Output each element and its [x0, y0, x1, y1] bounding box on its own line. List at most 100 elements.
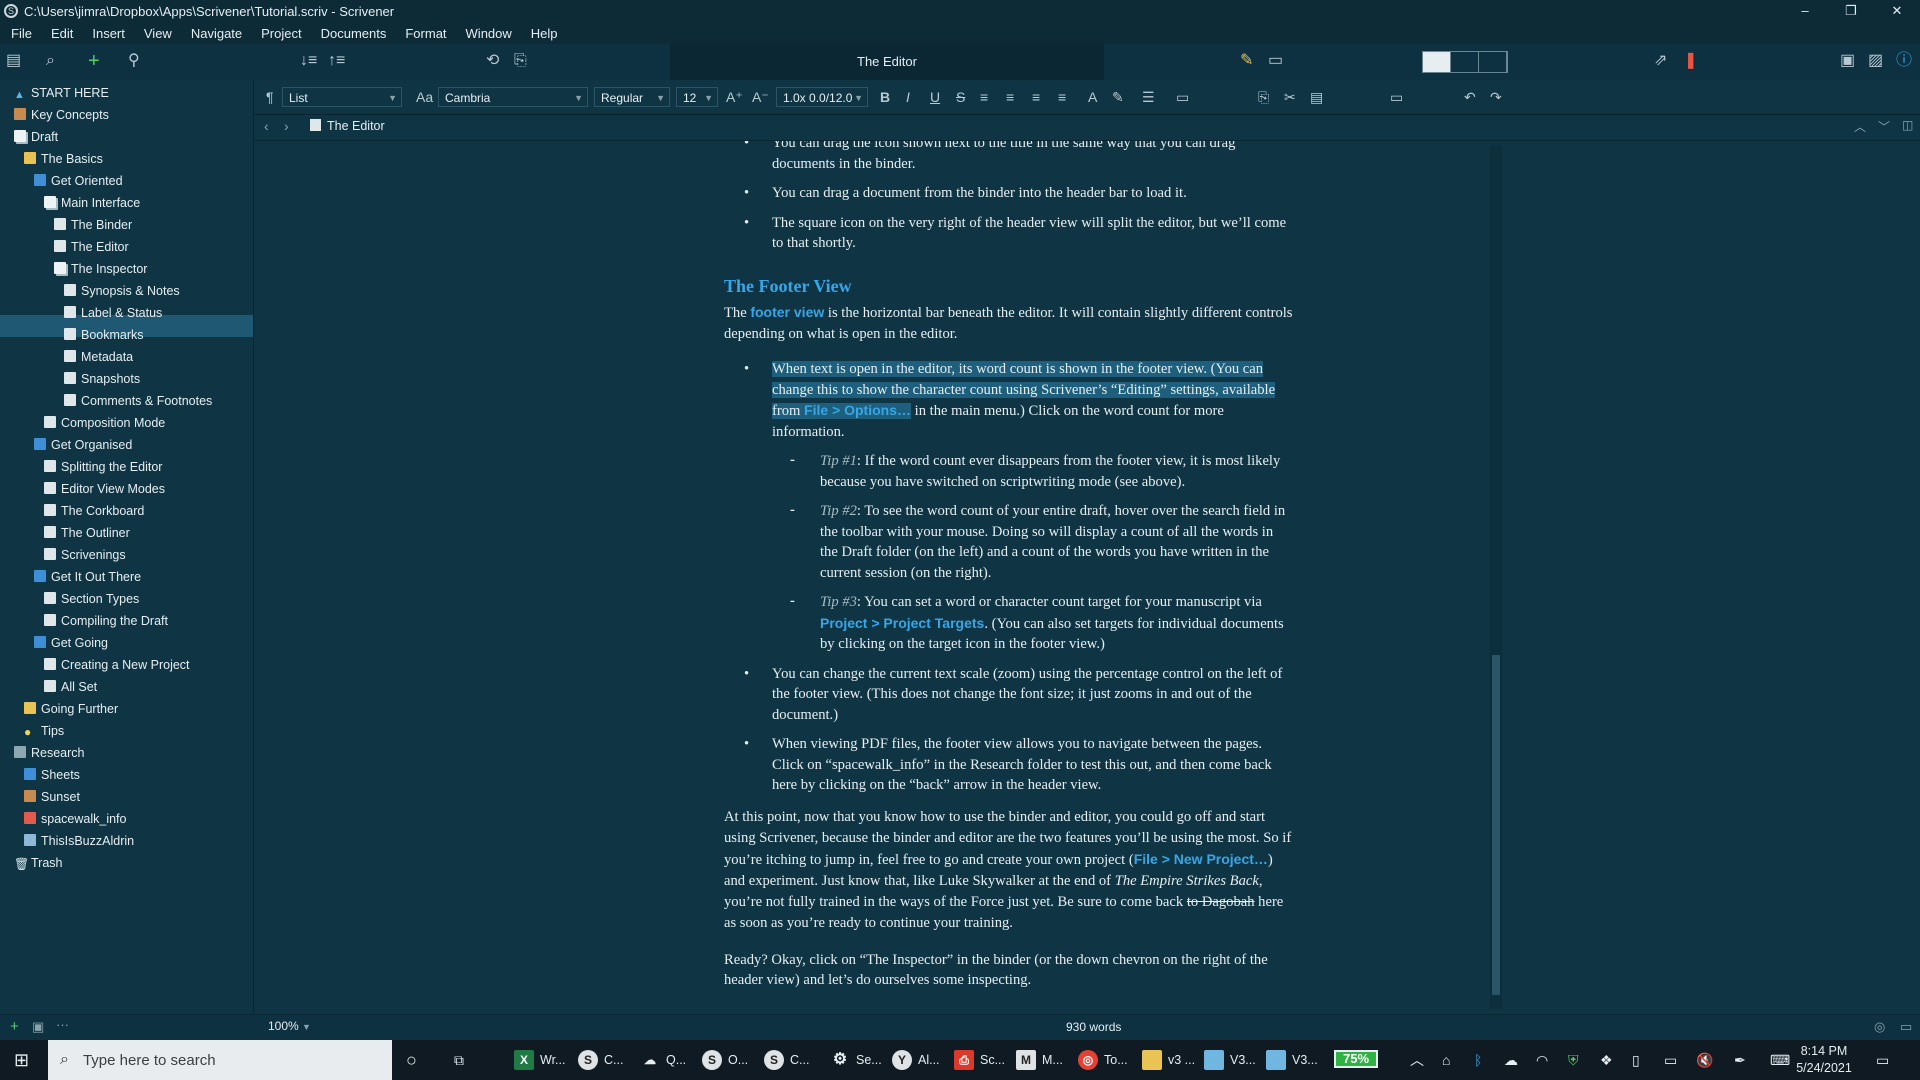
taskbar-app[interactable]: V3...	[1204, 1047, 1256, 1073]
power-icon[interactable]: ▯	[1632, 1040, 1640, 1080]
windows-start-icon[interactable]: ⊞	[14, 1040, 29, 1080]
security-icon[interactable]: ⛨	[1568, 1040, 1579, 1080]
menu-navigate[interactable]: Navigate	[180, 26, 250, 41]
system-clock[interactable]: 8:14 PM 5/24/2021	[1788, 1043, 1860, 1077]
header-document-title[interactable]: The Editor	[310, 119, 385, 133]
restore-button[interactable]: ❐	[1828, 0, 1874, 22]
binder-item[interactable]: The Basics	[24, 148, 103, 170]
binder-item[interactable]: Going Further	[24, 698, 118, 720]
taskbar-app[interactable]: v3 ...	[1142, 1047, 1195, 1073]
chevron-down-icon[interactable]: ﹀	[1878, 118, 1890, 135]
binder-item[interactable]: Comments & Footnotes	[64, 390, 212, 412]
strikethrough-icon[interactable]: S	[956, 87, 965, 107]
volume-mute-icon[interactable]: 🔇	[1696, 1040, 1713, 1080]
view-corkboard-button[interactable]	[1451, 52, 1479, 72]
menu-view[interactable]: View	[133, 26, 180, 41]
binder-item[interactable]: Editor View Modes	[44, 478, 165, 500]
style-select[interactable]: List ▼	[282, 87, 402, 107]
binder-item[interactable]: Get Oriented	[34, 170, 123, 192]
wifi-icon[interactable]: ◠	[1536, 1040, 1548, 1080]
binder-item[interactable]: Research	[14, 742, 85, 764]
file-options-link[interactable]: File > Options…	[804, 402, 911, 418]
taskbar-app[interactable]: ☁ Q...	[640, 1047, 686, 1073]
binder-item[interactable]: Composition Mode	[44, 412, 165, 434]
taskbar-app[interactable]: ⚙ Se...	[830, 1047, 882, 1073]
binder-item[interactable]: Snapshots	[64, 368, 140, 390]
close-button[interactable]: ✕	[1874, 0, 1920, 22]
menu-help[interactable]: Help	[520, 26, 566, 41]
menu-project[interactable]: Project	[250, 26, 309, 41]
binder-item[interactable]: Synopsis & Notes	[64, 280, 180, 302]
cortana-icon[interactable]: ○	[406, 1040, 417, 1080]
binder-item[interactable]: Label & Status	[64, 302, 162, 324]
split-editor-icon[interactable]: ◫	[1902, 118, 1913, 132]
binder-item[interactable]: spacewalk_info	[24, 808, 126, 830]
taskbar-app[interactable]: X Wr...	[514, 1047, 565, 1073]
comment-icon[interactable]: ▭	[1900, 1019, 1912, 1035]
binder-item-selected[interactable]: The Editor	[54, 236, 129, 258]
quick-reference-icon[interactable]: ▨	[1868, 52, 1883, 70]
binder-item[interactable]: Bookmarks	[64, 324, 144, 346]
sync-icon[interactable]: ⟲	[486, 52, 499, 70]
binder-item[interactable]: Metadata	[64, 346, 133, 368]
composition-icon[interactable]: ✎	[1240, 52, 1253, 70]
project-targets-link[interactable]: Project > Project Targets	[820, 615, 984, 631]
binder-item[interactable]: The Outliner	[44, 522, 130, 544]
taskbar-search[interactable]: ⌕ Type here to search	[48, 1040, 392, 1080]
text-color-icon[interactable]: A	[1088, 87, 1097, 107]
paperclip-icon[interactable]: ⚲	[128, 52, 140, 70]
back-arrow-icon[interactable]: ‹	[264, 118, 269, 134]
font-weight-select[interactable]: Regular ▼	[594, 87, 670, 107]
taskbar-app[interactable]: M M...	[1016, 1047, 1063, 1073]
menu-window[interactable]: Window	[455, 26, 520, 41]
zoom-select[interactable]: 100% ▼	[268, 1019, 311, 1033]
folder-add-icon[interactable]: ▣	[32, 1019, 44, 1035]
inspector-icon[interactable]: ⓘ	[1896, 52, 1912, 70]
underline-icon[interactable]: U	[930, 87, 940, 107]
window-layout-icon[interactable]: ▭	[1268, 52, 1283, 70]
binder-item[interactable]: ▲ START HERE	[14, 82, 109, 104]
dropbox-icon[interactable]: ❖	[1600, 1040, 1613, 1080]
binder-toggle-icon[interactable]: ▤	[6, 52, 21, 70]
menu-insert[interactable]: Insert	[81, 26, 133, 41]
highlight-icon[interactable]: ✎	[1112, 87, 1124, 107]
binder-item[interactable]: Section Types	[44, 588, 139, 610]
binder-item[interactable]: ● Tips	[24, 720, 64, 742]
taskbar-app[interactable]: S O...	[702, 1047, 748, 1073]
footer-view-link[interactable]: footer view	[750, 304, 824, 320]
view-outliner-button[interactable]	[1479, 52, 1507, 72]
increase-font-icon[interactable]: A⁺	[726, 87, 743, 107]
taskbar-app[interactable]: V3...	[1266, 1047, 1318, 1073]
more-icon[interactable]: ···	[56, 1017, 69, 1032]
compile-icon[interactable]: ▣	[1840, 52, 1855, 70]
taskbar-app[interactable]: Y Al...	[892, 1047, 940, 1073]
editor-pane[interactable]: You can drag the icon shown next to the …	[254, 141, 1920, 1014]
search-icon[interactable]: ⌕	[46, 52, 55, 70]
align-right-icon[interactable]: ≡	[1032, 87, 1040, 107]
add-icon[interactable]: +	[88, 51, 100, 71]
editor-text[interactable]: You can drag the icon shown next to the …	[724, 141, 1294, 991]
cloud-icon[interactable]: ☁	[1504, 1040, 1518, 1080]
menu-documents[interactable]: Documents	[310, 26, 395, 41]
redo-icon[interactable]: ↷	[1490, 87, 1502, 107]
font-size-select[interactable]: 12 ▼	[676, 87, 718, 107]
word-count[interactable]: 930 words	[1066, 1020, 1121, 1034]
binder-item[interactable]: The Inspector	[54, 258, 147, 280]
binder-item[interactable]: Sunset	[24, 786, 80, 808]
battery-icon[interactable]: ▭	[1664, 1040, 1677, 1080]
sort-up-icon[interactable]: ↑≡	[328, 52, 345, 70]
taskbar-app[interactable]: ◎ To...	[1078, 1047, 1128, 1073]
bold-icon[interactable]: B	[880, 87, 890, 107]
binder-item[interactable]: Get Organised	[34, 434, 132, 456]
binder-item[interactable]: Scrivenings	[44, 544, 126, 566]
add-icon[interactable]: +	[10, 1018, 19, 1035]
undo-icon[interactable]: ↶	[1464, 87, 1476, 107]
forward-arrow-icon[interactable]: ›	[284, 118, 289, 134]
align-center-icon[interactable]: ≡	[1006, 87, 1014, 107]
italic-icon[interactable]: I	[906, 87, 910, 107]
paste-icon[interactable]: ▤	[1310, 87, 1323, 107]
binder-item[interactable]: Splitting the Editor	[44, 456, 162, 478]
binder-item[interactable]: Creating a New Project	[44, 654, 190, 676]
taskbar-app[interactable]: S C...	[578, 1047, 623, 1073]
binder-item[interactable]: All Set	[44, 676, 97, 698]
